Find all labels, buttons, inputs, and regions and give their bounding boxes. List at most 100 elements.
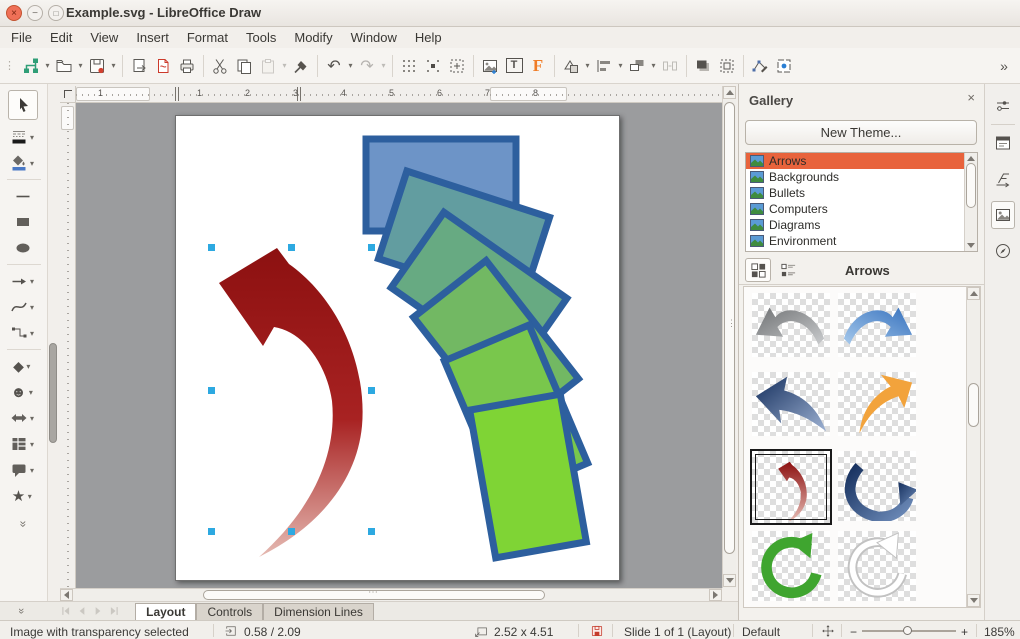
document-modified-icon[interactable] [590,624,604,638]
thumbnail-scrollbar[interactable] [966,287,980,607]
helplines-button[interactable] [445,52,469,80]
sidebar-tab-shapes[interactable] [991,165,1015,193]
line-tool[interactable] [0,183,46,209]
gallery-theme-list[interactable]: Arrows Backgrounds Bullets Computers Dia… [745,152,978,252]
layer-tab-dimension-lines[interactable]: Dimension Lines [263,603,374,621]
select-tool-button[interactable] [8,90,38,120]
sidebar-tab-navigator[interactable] [991,237,1015,265]
selection-handle[interactable] [368,387,375,394]
stars-dropdown[interactable]: ▾ [25,492,34,501]
menu-help[interactable]: Help [406,27,451,48]
toolbar-grip-bar[interactable] [49,343,57,443]
close-button[interactable]: × [6,5,22,21]
clone-formatting-button[interactable] [289,52,313,80]
fill-color-dropdown[interactable]: ▾ [28,159,37,168]
menu-window[interactable]: Window [342,27,406,48]
theme-item-arrows[interactable]: Arrows [746,153,977,169]
sidebar-tab-properties[interactable] [991,92,1015,120]
align-dropdown[interactable]: ▾ [616,61,625,70]
red-curved-arrow-shape[interactable] [219,248,363,557]
insert-image-button[interactable] [478,52,502,80]
undo-button[interactable]: ↶ [322,52,346,80]
theme-scroll-thumb[interactable] [966,163,976,208]
gallery-thumbnail-area[interactable] [743,286,981,608]
edit-points-button[interactable] [748,52,772,80]
selection-handle[interactable] [208,528,215,535]
callouts-dropdown[interactable]: ▾ [28,466,37,475]
vertical-scrollbar[interactable]: ⋮ [722,86,736,588]
export-button[interactable] [127,52,151,80]
curve-dropdown[interactable]: ▾ [28,303,37,312]
flowchart-tool[interactable]: ▾ [0,431,46,457]
layer-tab-controls[interactable]: Controls [196,603,263,621]
theme-item-computers[interactable]: Computers [746,201,977,217]
fit-slide-icon[interactable] [821,624,835,638]
thumbnail-scroll-thumb[interactable] [968,383,979,427]
cut-button[interactable] [208,52,232,80]
new-dropdown[interactable]: ▾ [43,61,52,70]
list-view-button[interactable] [775,258,801,282]
canvas-area[interactable] [76,103,722,588]
transformations-dropdown[interactable]: ▾ [583,61,592,70]
paste-dropdown[interactable]: ▾ [280,61,289,70]
horizontal-scrollbar[interactable]: ⋯ [60,588,722,601]
snap-to-grid-button[interactable] [421,52,445,80]
theme-item-diagrams[interactable]: Diagrams [746,217,977,233]
layer-tab-layout[interactable]: Layout [135,603,196,621]
gallery-item-orange-curved-arrow[interactable] [838,372,916,436]
block-arrows-dropdown[interactable]: ▾ [28,414,37,423]
connector-dropdown[interactable]: ▾ [28,329,37,338]
flowchart-dropdown[interactable]: ▾ [28,440,37,449]
arrange-button[interactable] [625,52,649,80]
scroll-down-button[interactable] [723,574,736,587]
scroll-up-button[interactable] [967,287,980,300]
save-button[interactable] [85,52,109,80]
lines-arrows-tool[interactable]: ▾ [0,268,46,294]
print-button[interactable] [175,52,199,80]
basic-shapes-tool[interactable]: ◆▾ [0,353,46,379]
fill-color-tool[interactable]: ▾ [0,150,46,176]
menu-edit[interactable]: Edit [41,27,81,48]
zoom-slider-thumb[interactable] [903,626,912,635]
insert-text-box-button[interactable]: T [502,52,526,80]
next-slide-button[interactable] [90,603,105,619]
minimize-button[interactable]: − [27,5,43,21]
selection-handle[interactable] [368,244,375,251]
crop-button[interactable] [715,52,739,80]
paste-button[interactable] [256,52,280,80]
new-drawing-button[interactable] [19,52,43,80]
maximize-button[interactable]: □ [48,5,64,21]
menu-insert[interactable]: Insert [127,27,178,48]
first-slide-button[interactable] [58,603,73,619]
shadow-button[interactable] [691,52,715,80]
tab-bar-overflow[interactable]: » [15,608,27,614]
open-dropdown[interactable]: ▾ [76,61,85,70]
curve-tool[interactable]: ▾ [0,294,46,320]
line-style-dropdown[interactable]: ▾ [28,133,37,142]
rectangle-tool[interactable] [0,209,46,235]
theme-item-bullets[interactable]: Bullets [746,185,977,201]
menu-tools[interactable]: Tools [237,27,285,48]
save-dropdown[interactable]: ▾ [109,61,118,70]
fontwork-button[interactable]: F [526,52,550,80]
align-button[interactable] [592,52,616,80]
gallery-item-navy-straight-arrow[interactable] [752,372,830,436]
toolbar-overflow-button[interactable]: » [992,52,1016,80]
callouts-tool[interactable]: ▾ [0,457,46,483]
zoom-level[interactable]: 185% [984,625,1015,639]
horizontal-ruler[interactable]: 1 1 2 3 4 5 6 7 8 [76,86,722,103]
zoom-out-button[interactable]: − [850,625,857,639]
page[interactable] [175,115,620,581]
gallery-close-button[interactable]: × [967,90,975,105]
icon-view-button[interactable] [745,258,771,282]
transformations-button[interactable] [559,52,583,80]
redo-dropdown[interactable]: ▾ [379,61,388,70]
stars-tool[interactable]: ★▾ [0,483,46,509]
redo-button[interactable]: ↷ [355,52,379,80]
drawing-surface[interactable] [176,116,619,580]
scroll-right-button[interactable] [709,589,722,601]
last-slide-button[interactable] [106,603,121,619]
open-button[interactable] [52,52,76,80]
ellipse-tool[interactable] [0,235,46,261]
theme-list-scrollbar[interactable] [964,153,977,251]
